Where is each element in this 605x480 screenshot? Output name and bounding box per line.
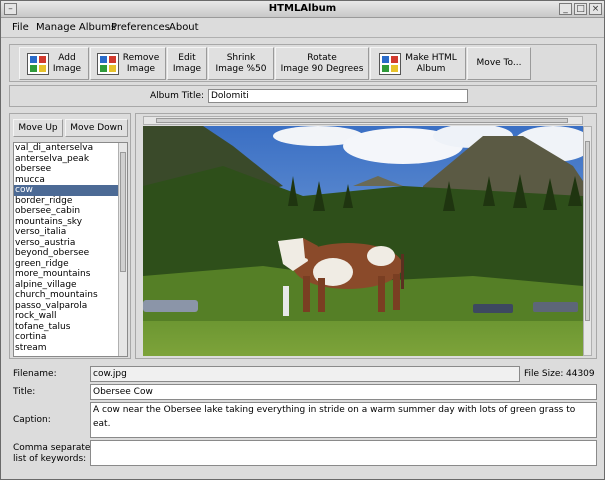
list-item[interactable]: beyond_obersee xyxy=(14,248,127,259)
add-image-button[interactable]: Add Image xyxy=(19,47,89,80)
list-item[interactable]: mucca xyxy=(14,175,127,186)
image-list-scrollbar[interactable] xyxy=(118,143,127,356)
window-title: HTMLAlbum xyxy=(268,3,337,14)
remove-image-icon xyxy=(96,52,119,75)
filename-label: Filename: xyxy=(13,369,57,379)
image-list[interactable]: val_di_anterselva anterselva_peak obersee m… xyxy=(13,142,128,357)
move-up-button[interactable]: Move Up xyxy=(13,119,63,137)
image-details: Filename: cow.jpg File Size: 44309 Title… xyxy=(9,363,597,475)
close-button[interactable]: × xyxy=(589,3,602,15)
caption-label: Caption: xyxy=(13,415,51,425)
toolbar: Add Image Remove Image Edit Image Shrink… xyxy=(9,44,597,82)
filesize-label: File Size: xyxy=(524,369,564,379)
list-item[interactable]: church_mountains xyxy=(14,290,127,301)
list-item[interactable]: obersee_cabin xyxy=(14,206,127,217)
list-item[interactable]: stream xyxy=(14,343,127,354)
title-field[interactable]: Obersee Cow xyxy=(90,384,597,400)
title-label: Title: xyxy=(13,387,36,397)
list-item[interactable]: rock_wall xyxy=(14,311,127,322)
menu-preferences[interactable]: Preferences xyxy=(111,22,170,33)
list-item[interactable]: green_ridge xyxy=(14,259,127,270)
html-album-icon xyxy=(379,52,402,75)
keywords-label: Comma separated list of keywords: xyxy=(13,443,97,464)
make-html-album-button[interactable]: Make HTML Album xyxy=(370,47,466,80)
list-item[interactable]: alpine_village xyxy=(14,280,127,291)
album-title-input[interactable]: Dolomiti xyxy=(208,89,468,103)
shrink-image-button[interactable]: Shrink Image %50 xyxy=(208,47,274,80)
add-image-icon xyxy=(26,52,49,75)
list-item[interactable]: cortina xyxy=(14,332,127,343)
remove-image-button[interactable]: Remove Image xyxy=(90,47,166,80)
menu-about[interactable]: About xyxy=(169,22,199,33)
app-window: – HTMLAlbum _ □ × File Manage Albums Pre… xyxy=(0,0,605,480)
list-item[interactable]: passo_valparola xyxy=(14,301,127,312)
image-list-panel: Move Up Move Down val_di_anterselva anter… xyxy=(9,113,131,359)
list-item[interactable]: cow xyxy=(14,185,127,196)
list-item[interactable]: mountains_sky xyxy=(14,217,127,228)
preview-vertical-scrollbar[interactable] xyxy=(583,126,592,356)
image-preview xyxy=(143,126,583,356)
list-item[interactable]: more_mountains xyxy=(14,269,127,280)
filesize-value: 44309 xyxy=(566,369,595,379)
move-down-button[interactable]: Move Down xyxy=(65,119,128,137)
move-to-button[interactable]: Move To... xyxy=(467,47,531,80)
list-item[interactable]: tofane_talus xyxy=(14,322,127,333)
maximize-button[interactable]: □ xyxy=(574,3,587,15)
menu-file[interactable]: File xyxy=(12,22,29,33)
list-item[interactable]: verso_austria xyxy=(14,238,127,249)
filename-field: cow.jpg xyxy=(90,366,520,382)
image-preview-panel xyxy=(135,113,597,359)
album-title-row: Album Title: Dolomiti xyxy=(9,85,597,107)
list-item[interactable]: obersee xyxy=(14,164,127,175)
edit-image-button[interactable]: Edit Image xyxy=(167,47,207,80)
scrollbar-thumb[interactable] xyxy=(120,152,126,272)
list-item[interactable]: val_di_anterselva xyxy=(14,143,127,154)
title-bar[interactable]: – HTMLAlbum _ □ × xyxy=(1,1,604,18)
scrollbar-thumb[interactable] xyxy=(585,141,590,321)
caption-field[interactable]: A cow near the Obersee lake taking every… xyxy=(90,402,597,438)
list-item[interactable]: verso_italia xyxy=(14,227,127,238)
preview-horizontal-scrollbar[interactable] xyxy=(143,116,583,125)
minimize-button[interactable]: _ xyxy=(559,3,572,15)
album-title-label: Album Title: xyxy=(150,91,205,101)
list-item[interactable]: anterselva_peak xyxy=(14,154,127,165)
menu-bar: File Manage Albums Preferences About xyxy=(1,19,604,38)
cow-photo xyxy=(143,126,583,356)
menu-manage-albums[interactable]: Manage Albums xyxy=(36,22,116,33)
rotate-image-button[interactable]: Rotate Image 90 Degrees xyxy=(275,47,369,80)
keywords-field[interactable] xyxy=(90,440,597,466)
scrollbar-thumb[interactable] xyxy=(156,118,568,123)
list-item[interactable]: border_ridge xyxy=(14,196,127,207)
